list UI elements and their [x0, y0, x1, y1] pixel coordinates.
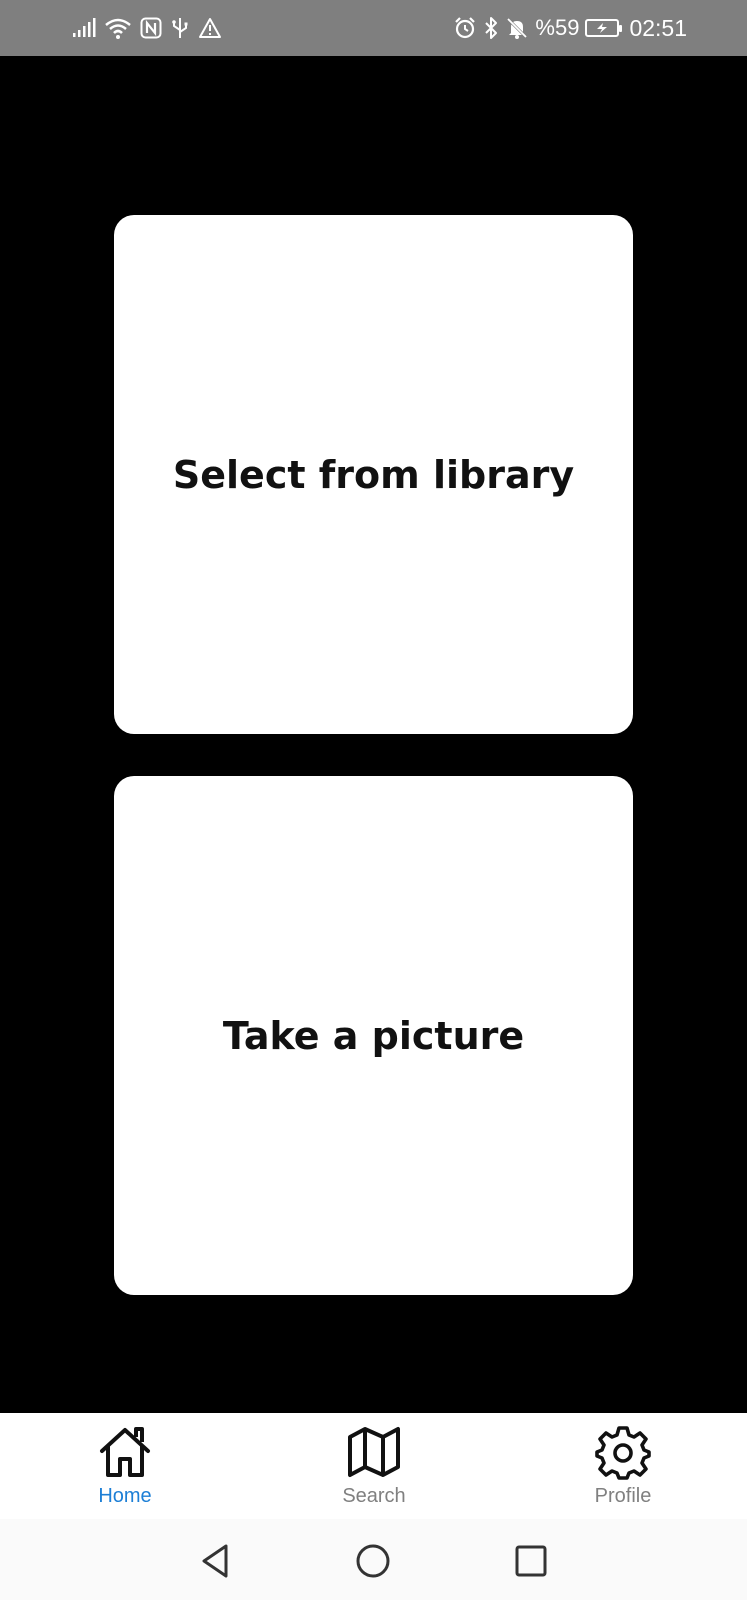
back-icon[interactable] [196, 1541, 236, 1581]
status-left-icons [72, 14, 222, 42]
wifi-icon [105, 18, 131, 39]
mute-icon [507, 17, 528, 39]
gear-icon [595, 1426, 651, 1480]
nav-label-home: Home [98, 1485, 152, 1507]
status-clock: 02:51 [629, 14, 687, 41]
map-icon [348, 1427, 400, 1477]
home-icon [100, 1427, 150, 1477]
bluetooth-icon [485, 17, 498, 39]
take-picture-label: Take a picture [222, 1013, 525, 1058]
warning-icon [199, 18, 221, 38]
status-right-icons: %59 02:51 [453, 14, 687, 42]
battery-icon [585, 19, 623, 37]
system-navigation-bar [0, 1519, 747, 1600]
bottom-navigation: Home Search Profile [0, 1413, 747, 1519]
home-circle-icon[interactable] [353, 1541, 393, 1581]
nav-item-profile[interactable]: Profile [543, 1423, 703, 1515]
status-bar: %59 02:51 [0, 0, 747, 56]
nav-item-home[interactable]: Home [45, 1423, 205, 1515]
select-from-library-label: Select from library [172, 452, 575, 497]
alarm-icon [455, 17, 476, 39]
recents-icon[interactable] [511, 1541, 551, 1581]
usb-icon [172, 18, 188, 38]
nfc-icon [140, 17, 162, 39]
signal-icon [73, 18, 96, 37]
select-from-library-button[interactable]: Select from library [114, 215, 633, 734]
nav-label-profile: Profile [594, 1485, 652, 1507]
battery-percent: %59 [535, 15, 580, 40]
take-picture-button[interactable]: Take a picture [114, 776, 633, 1295]
nav-item-search[interactable]: Search [294, 1423, 454, 1515]
nav-label-search: Search [342, 1485, 406, 1507]
